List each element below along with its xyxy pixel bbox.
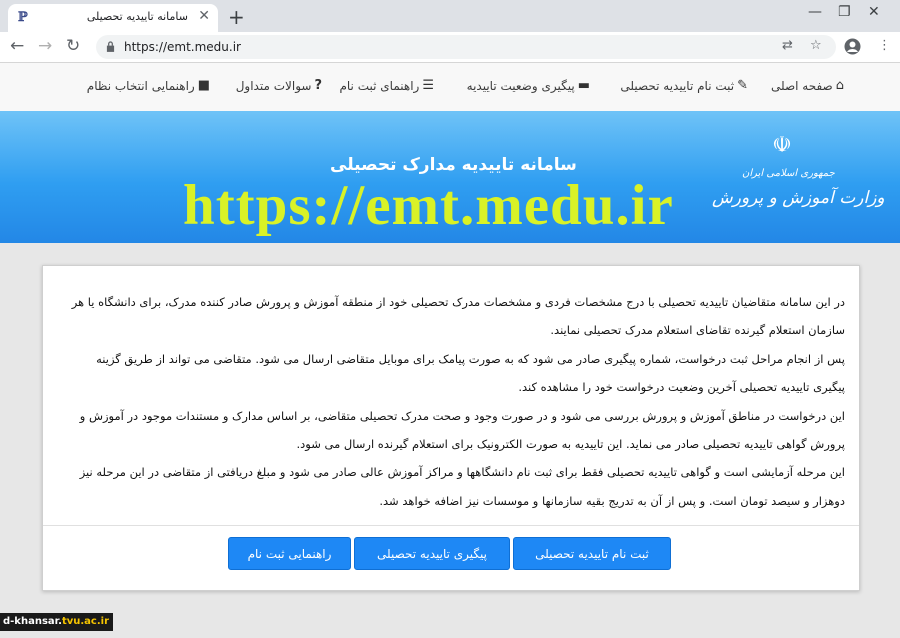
profile-icon[interactable]	[844, 38, 861, 55]
browser-tab-bar: ℙ سامانه تاییدیه تحصیلی ✕ + — ❐ ✕	[0, 0, 900, 32]
browser-tab[interactable]: ℙ سامانه تاییدیه تحصیلی ✕	[8, 4, 218, 32]
banner-title: سامانه تاییدیه مدارک تحصیلی	[330, 155, 577, 175]
restore-icon[interactable]: ❐	[838, 4, 851, 20]
site-navbar: ⌂ صفحه اصلی ✎ ثبت نام تاییدیه تحصیلی ▬ پ…	[0, 63, 900, 112]
info-paragraph: پس از انجام مراحل ثبت درخواست، شماره پیگ…	[96, 351, 845, 395]
nav-guide[interactable]: ☰ راهنمای ثبت نام	[339, 78, 434, 93]
edit-icon: ✎	[737, 78, 748, 93]
nav-home-label: صفحه اصلی	[770, 78, 833, 93]
info-paragraph: این درخواست در مناطق آموزش و پرورش بررسی…	[79, 408, 845, 452]
nav-system-guide-label: راهنمایی انتخاب نظام	[86, 78, 195, 93]
nav-home[interactable]: ⌂ صفحه اصلی	[771, 78, 844, 93]
nav-system-guide[interactable]: ■ راهنمایی انتخاب نظام	[87, 78, 210, 93]
info-paragraph: در این سامانه متقاضیان تاییدیه تحصیلی با…	[71, 295, 845, 338]
info-text: در این سامانه متقاضیان تاییدیه تحصیلی با…	[61, 288, 845, 515]
nav-faq[interactable]: ? سوالات متداول	[236, 78, 322, 93]
ministry-country-label: جمهوری اسلامی ایران	[742, 168, 835, 179]
info-paragraph: این مرحله آزمایشی است و گواهی تاییدیه تح…	[79, 465, 845, 508]
minimize-icon[interactable]: —	[808, 4, 822, 20]
ministry-name-label: وزارت آموزش و پرورش	[712, 188, 885, 208]
nav-register-label: ثبت نام تاییدیه تحصیلی	[620, 78, 735, 93]
menu-kebab-icon[interactable]: ⋮	[878, 38, 891, 53]
iran-emblem-icon: ☫	[772, 133, 792, 158]
window-close-icon[interactable]: ✕	[868, 4, 880, 20]
registration-guide-button[interactable]: راهنمایی ثبت نام	[228, 537, 351, 570]
home-icon: ⌂	[835, 78, 844, 93]
forward-icon[interactable]: →	[38, 36, 52, 56]
url-text[interactable]: https://emt.medu.ir	[124, 40, 241, 54]
banner-url-text: https://emt.medu.ir	[183, 174, 674, 237]
question-icon: ?	[314, 78, 322, 93]
translate-icon[interactable]: ⇄	[782, 38, 793, 53]
tab-title: سامانه تاییدیه تحصیلی	[86, 10, 188, 23]
close-tab-icon[interactable]: ✕	[198, 8, 210, 24]
credit-card-icon: ▬	[577, 78, 590, 93]
reload-icon[interactable]: ↻	[66, 36, 80, 56]
address-bar[interactable]: https://emt.medu.ir ⇄ ☆	[96, 35, 836, 59]
new-tab-button[interactable]: +	[228, 5, 245, 29]
nav-faq-label: سوالات متداول	[235, 78, 312, 93]
source-watermark: d-khansar.tvu.ac.ir	[0, 613, 113, 631]
nav-guide-label: راهنمای ثبت نام	[339, 78, 420, 93]
bookmark-star-icon[interactable]: ☆	[810, 38, 822, 53]
back-icon[interactable]: ←	[10, 36, 24, 56]
info-card: در این سامانه متقاضیان تاییدیه تحصیلی با…	[42, 265, 860, 591]
watermark-prefix: d-khansar.	[3, 616, 62, 627]
nav-track-label: پیگیری وضعیت تاییدیه	[466, 78, 575, 93]
watermark-suffix: tvu.ac.ir	[61, 616, 110, 627]
nav-track[interactable]: ▬ پیگیری وضعیت تاییدیه	[467, 78, 590, 93]
nav-register[interactable]: ✎ ثبت نام تاییدیه تحصیلی	[620, 78, 748, 93]
browser-toolbar: ← → ↻ https://emt.medu.ir ⇄ ☆ ⋮	[0, 32, 900, 63]
lock-icon	[106, 41, 115, 52]
square-icon: ■	[197, 78, 210, 93]
register-confirmation-button[interactable]: ثبت نام تاییدیه تحصیلی	[513, 537, 671, 570]
card-divider	[43, 525, 859, 526]
list-icon: ☰	[422, 78, 434, 93]
hero-banner: سامانه تاییدیه مدارک تحصیلی https://emt.…	[0, 111, 900, 243]
site-favicon-icon: ℙ	[18, 10, 28, 25]
track-confirmation-button[interactable]: پیگیری تاییدیه تحصیلی	[354, 537, 510, 570]
